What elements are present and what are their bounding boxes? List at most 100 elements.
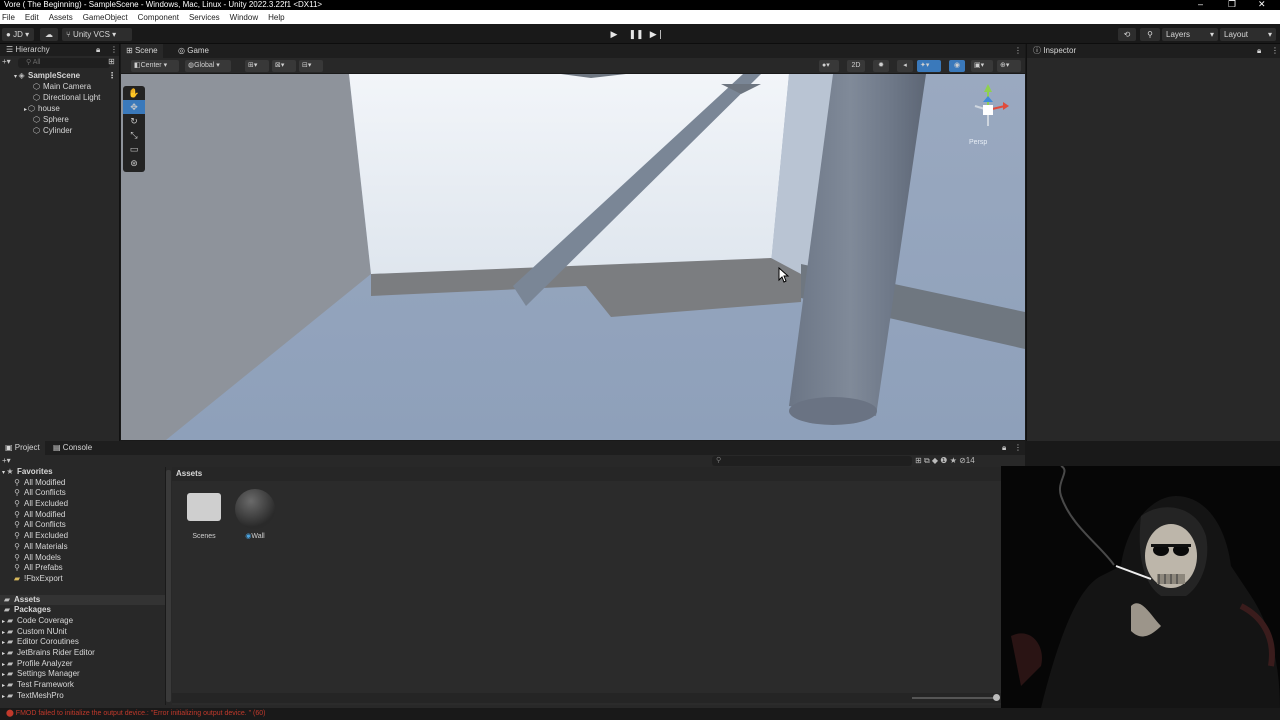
- tab-project[interactable]: ▣ Project: [0, 441, 45, 455]
- hierarchy-search-input[interactable]: ⚲ All: [18, 58, 110, 68]
- menu-assets[interactable]: Assets: [49, 13, 73, 22]
- scale-tool-icon[interactable]: ⤡: [123, 128, 145, 142]
- hierarchy-item-sphere[interactable]: ⬡ Sphere: [0, 114, 119, 125]
- layout-dropdown[interactable]: Layout ▾: [1220, 28, 1276, 41]
- search-button[interactable]: ⚲: [1140, 28, 1160, 41]
- zoom-slider-handle[interactable]: [993, 694, 1000, 701]
- tree-item-package[interactable]: ▸ ▰ Settings Manager: [0, 669, 165, 680]
- effects-dropdown[interactable]: ✦▾: [917, 60, 941, 72]
- tab-console[interactable]: ▤ Console: [48, 441, 97, 455]
- assets-folder[interactable]: ▰ Assets: [0, 594, 165, 606]
- filter-type-icon[interactable]: ⊞: [915, 456, 922, 465]
- snap-button[interactable]: ⊞▾: [245, 60, 269, 72]
- scene-root[interactable]: ▾◈ SampleScene ⋮: [0, 70, 119, 81]
- cloud-button[interactable]: ☁: [40, 28, 58, 41]
- pause-button[interactable]: ❚❚: [627, 27, 645, 41]
- tree-scrollbar[interactable]: [166, 470, 171, 702]
- asset-item-wall[interactable]: ◉Wall: [234, 489, 276, 540]
- tree-item-package[interactable]: ▸ ▰ Profile Analyzer: [0, 659, 165, 670]
- hierarchy-item-directional-light[interactable]: ⬡ Directional Light: [0, 92, 119, 103]
- lock-icon[interactable]: 🔒︎: [1257, 44, 1261, 58]
- layers-dropdown[interactable]: Layers ▾: [1162, 28, 1218, 41]
- tree-item-favorite[interactable]: ⚲ All Modified: [0, 510, 165, 521]
- hierarchy-item-main-camera[interactable]: ⬡ Main Camera: [0, 81, 119, 92]
- tree-item-favorite[interactable]: ⚲ All Excluded: [0, 499, 165, 510]
- hierarchy-tab[interactable]: ☰ Hierarchy 🔒︎ ⋮: [0, 44, 119, 56]
- camera-dropdown[interactable]: ▣▾: [971, 60, 993, 72]
- move-tool-icon[interactable]: ✥: [123, 100, 145, 114]
- step-button[interactable]: ▶❘: [648, 27, 666, 41]
- gizmos-dropdown[interactable]: ⊕▾: [997, 60, 1021, 72]
- tree-item-favorite[interactable]: ⚲ All Prefabs: [0, 563, 165, 574]
- tab-scene[interactable]: ⊞ Scene: [121, 44, 163, 58]
- star-icon[interactable]: ★: [950, 456, 957, 465]
- tag-icon[interactable]: ◆: [932, 456, 938, 465]
- menu-window[interactable]: Window: [230, 13, 258, 22]
- menu-services[interactable]: Services: [189, 13, 220, 22]
- lock-icon[interactable]: 🔒︎: [96, 44, 100, 56]
- add-icon[interactable]: +▾: [2, 456, 11, 465]
- tree-item-package[interactable]: ▸ ▰ Test Framework: [0, 680, 165, 691]
- eye-off-icon[interactable]: ⊘: [959, 456, 966, 465]
- menu-help[interactable]: Help: [268, 13, 284, 22]
- increment-snap-button[interactable]: ⊟▾: [299, 60, 323, 72]
- menu-file[interactable]: File: [2, 13, 15, 22]
- zoom-slider-track[interactable]: [912, 697, 998, 699]
- tree-item-favorite[interactable]: ⚲ All Conflicts: [0, 520, 165, 531]
- tree-item-favorite[interactable]: ⚲ All Materials: [0, 542, 165, 553]
- tree-item-package[interactable]: ▸ ▰ TextMeshPro: [0, 691, 165, 702]
- menu-component[interactable]: Component: [138, 13, 179, 22]
- tree-item-favorite[interactable]: ▰ !FbxExport: [0, 574, 165, 585]
- toggle-2d-button[interactable]: 2D: [847, 60, 865, 72]
- favorites-header[interactable]: ▾★ Favorites: [0, 467, 165, 478]
- orientation-gizmo[interactable]: [963, 78, 1013, 148]
- asset-item-scenes[interactable]: Scenes: [184, 493, 224, 540]
- lighting-toggle[interactable]: ✹: [873, 60, 889, 72]
- menu-edit[interactable]: Edit: [25, 13, 39, 22]
- tree-item-package[interactable]: ▸ ▰ Editor Coroutines: [0, 637, 165, 648]
- tree-item-package[interactable]: ▸ ▰ Custom NUnit: [0, 627, 165, 638]
- menu-gameobject[interactable]: GameObject: [83, 13, 128, 22]
- inspector-tab[interactable]: ⓘ Inspector 🔒︎ ⋮: [1027, 44, 1280, 58]
- more-icon[interactable]: ⋮: [1014, 443, 1022, 452]
- play-button[interactable]: ▶: [605, 27, 623, 41]
- more-icon[interactable]: ⋮: [110, 44, 118, 56]
- search-options-icon[interactable]: ⊞: [108, 57, 115, 66]
- audio-toggle[interactable]: ◂: [897, 60, 913, 72]
- tree-item-favorite[interactable]: ⚲ All Modified: [0, 478, 165, 489]
- tree-item-favorite[interactable]: ⚲ All Conflicts: [0, 488, 165, 499]
- grid-button[interactable]: ⊠▾: [272, 60, 296, 72]
- lock-icon[interactable]: 🔒︎: [1002, 443, 1006, 453]
- hierarchy-item-house[interactable]: ▸⬡ house: [0, 103, 119, 114]
- hierarchy-item-cylinder[interactable]: ⬡ Cylinder: [0, 125, 119, 136]
- space-dropdown[interactable]: ◍Global ▾: [185, 60, 231, 72]
- vcs-button[interactable]: ⑂ Unity VCS ▾: [62, 28, 132, 41]
- tree-item-package[interactable]: ▸ ▰ JetBrains Rider Editor: [0, 648, 165, 659]
- tab-game[interactable]: ◎ Game: [173, 44, 214, 58]
- visibility-toggle[interactable]: ◉: [949, 60, 965, 72]
- pivot-mode-dropdown[interactable]: ◧Center ▾: [131, 60, 179, 72]
- packages-folder[interactable]: ▰ Packages: [0, 605, 165, 616]
- minimize-button[interactable]: –: [1198, 0, 1203, 9]
- transform-tool-icon[interactable]: ⊛: [123, 156, 145, 170]
- tree-item-package[interactable]: ▸ ▰ Code Coverage: [0, 616, 165, 627]
- filter-label-icon[interactable]: ⧉: [924, 456, 930, 465]
- breadcrumb-assets[interactable]: Assets: [176, 469, 202, 478]
- scene-viewport[interactable]: Persp: [121, 74, 1025, 440]
- more-icon[interactable]: ⋮: [108, 70, 116, 81]
- status-bar[interactable]: ⬤ FMOD failed to initialize the output d…: [0, 708, 1280, 720]
- history-button[interactable]: ⟲: [1118, 28, 1136, 41]
- tree-item-favorite[interactable]: ⚲ All Models: [0, 553, 165, 564]
- account-button[interactable]: ● JD ▾: [2, 28, 34, 41]
- close-button[interactable]: ✕: [1258, 0, 1266, 9]
- persp-label[interactable]: Persp: [969, 139, 987, 146]
- hand-tool-icon[interactable]: ✋: [123, 86, 145, 100]
- more-icon[interactable]: ⋮: [1271, 44, 1279, 58]
- shading-mode-button[interactable]: ●▾: [819, 60, 839, 72]
- maximize-button[interactable]: ❐: [1228, 0, 1236, 9]
- tree-item-favorite[interactable]: ⚲ All Excluded: [0, 531, 165, 542]
- more-icon[interactable]: ⋮: [1014, 46, 1022, 55]
- rect-tool-icon[interactable]: ▭: [123, 142, 145, 156]
- add-icon[interactable]: +▾: [2, 57, 11, 66]
- project-search-input[interactable]: ⚲: [712, 456, 912, 466]
